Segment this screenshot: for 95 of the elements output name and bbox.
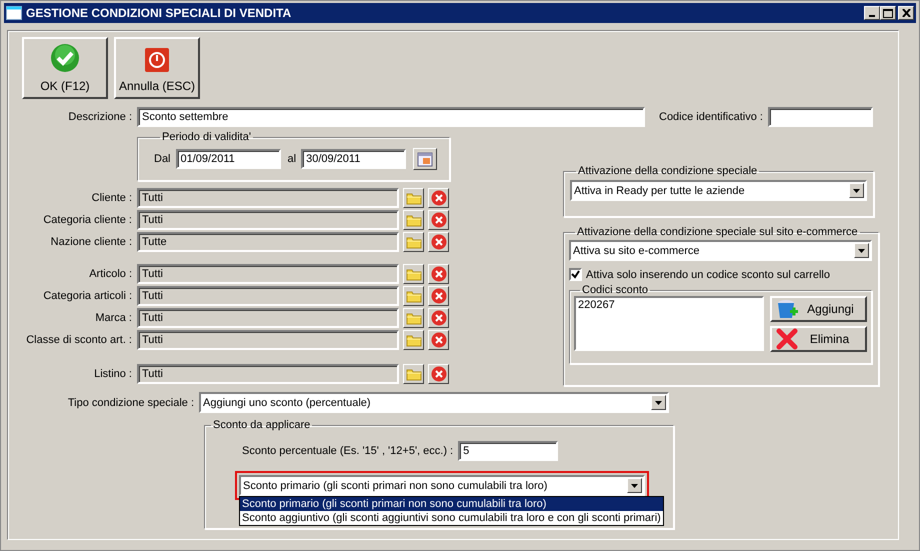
field-label: Listino :: [93, 368, 132, 380]
list-button[interactable]: Aggiungi: [770, 296, 867, 322]
field-label: Codice identificativo :: [659, 111, 763, 123]
checkmark-icon: [571, 270, 580, 279]
folder-icon: [406, 235, 422, 249]
ecommerce-dropdown[interactable]: Attiva su sito e-commerce: [569, 240, 872, 261]
caret-icon: [853, 188, 860, 192]
clear-button[interactable]: [428, 308, 449, 328]
percent-field[interactable]: 5: [458, 441, 558, 461]
field-label: Marca :: [94, 312, 132, 324]
group-title: Codici sconto: [581, 284, 650, 296]
checkmark-icon: [50, 43, 80, 73]
clear-button[interactable]: [428, 232, 449, 252]
description-field[interactable]: Sconto settembre: [137, 107, 645, 127]
field-label: Tipo condizione speciale :: [66, 396, 194, 408]
toolbar-button[interactable]: OK (F12): [22, 37, 108, 99]
group-title: Sconto da applicare: [212, 419, 312, 431]
list-button[interactable]: Elimina: [770, 326, 867, 352]
group-title: Attivazione della condizione speciale: [577, 165, 758, 177]
condition-type-dropdown[interactable]: Aggiungi uno sconto (percentuale): [199, 392, 669, 413]
basket-add-icon: [776, 298, 800, 320]
clear-button[interactable]: [428, 264, 449, 284]
folder-icon: [406, 333, 422, 347]
clear-icon: [430, 266, 446, 282]
clear-button[interactable]: [428, 364, 449, 384]
browse-button[interactable]: [403, 286, 424, 306]
activation-dropdown[interactable]: Attiva in Ready per tutte le aziende: [570, 180, 867, 201]
clear-button[interactable]: [428, 210, 449, 230]
maximize-icon: [883, 8, 893, 18]
clear-icon: [430, 332, 446, 348]
list-item[interactable]: 220267: [578, 299, 760, 311]
dropdown-option[interactable]: Sconto aggiuntivo (gli sconti aggiuntivi sono cumulabili tra loro e con gli sconti primari): [240, 511, 663, 525]
lookup-field[interactable]: Tutti: [137, 188, 399, 208]
calendar-icon: [417, 150, 434, 166]
folder-icon: [406, 191, 422, 205]
dropdown-option[interactable]: Sconto primario (gli sconti primari non sono cumulabili tra loro): [240, 497, 663, 511]
power-icon: [144, 47, 170, 73]
field-label: al: [288, 152, 296, 164]
field-label: Nazione cliente :: [50, 236, 132, 248]
field-label: Categoria cliente :: [42, 214, 132, 226]
field-label: Articolo :: [88, 268, 132, 280]
clear-icon: [430, 366, 446, 382]
field-label: Categoria articoli :: [42, 290, 132, 302]
clear-button[interactable]: [428, 188, 449, 208]
browse-button[interactable]: [403, 188, 424, 208]
date-field[interactable]: 30/09/2011: [301, 148, 406, 168]
lookup-field[interactable]: Tutti: [137, 210, 399, 230]
field-label: Descrizione :: [67, 111, 132, 123]
browse-button[interactable]: [403, 308, 424, 328]
date-field[interactable]: 01/09/2011: [176, 148, 281, 168]
browse-button[interactable]: [403, 330, 424, 350]
clear-button[interactable]: [428, 286, 449, 306]
caret-icon: [631, 484, 638, 488]
lookup-field[interactable]: Tutte: [137, 232, 399, 252]
window-icon: [6, 6, 22, 20]
field-label: Sconto percentuale (Es. '15' , '12+5', ecc.) :: [242, 445, 454, 457]
clear-icon: [430, 212, 446, 228]
folder-icon: [406, 267, 422, 281]
clear-button[interactable]: [428, 330, 449, 350]
caret-icon: [655, 400, 662, 404]
lookup-field[interactable]: Tutti: [137, 308, 399, 328]
group-title: Attivazione della condizione speciale sul sito e-commerce: [576, 226, 859, 238]
folder-icon: [406, 311, 422, 325]
lookup-field[interactable]: Tutti: [137, 330, 399, 350]
folder-icon: [406, 367, 422, 381]
code-field[interactable]: [768, 107, 873, 127]
maximize-button[interactable]: [880, 6, 896, 20]
lookup-field[interactable]: Tutti: [137, 364, 399, 384]
discount-type-dropdown[interactable]: Sconto primario (gli sconti primari non sono cumulabili tra loro): [239, 475, 645, 496]
clear-icon: [430, 190, 446, 206]
minimize-button[interactable]: [864, 6, 880, 20]
browse-button[interactable]: [403, 232, 424, 252]
checkbox-label: Attiva solo inserendo un codice sconto sul carrello: [586, 268, 830, 280]
clear-icon: [430, 234, 446, 250]
clear-icon: [430, 288, 446, 304]
clear-icon: [430, 310, 446, 326]
toolbar-button[interactable]: Annulla (ESC): [114, 37, 200, 99]
close-button[interactable]: [898, 6, 914, 20]
browse-button[interactable]: [403, 364, 424, 384]
browse-button[interactable]: [403, 210, 424, 230]
delete-icon: [776, 328, 798, 350]
window-title: GESTIONE CONDIZIONI SPECIALI DI VENDITA: [26, 6, 292, 20]
lookup-field[interactable]: Tutti: [137, 286, 399, 306]
field-label: Classe di sconto art. :: [25, 334, 132, 346]
field-label: Cliente :: [90, 192, 132, 204]
browse-button[interactable]: [403, 264, 424, 284]
group-title: Periodo di validita': [161, 131, 252, 143]
checkbox[interactable]: [569, 268, 582, 281]
folder-icon: [406, 213, 422, 227]
field-label: Dal: [154, 152, 171, 164]
lookup-field[interactable]: Tutti: [137, 264, 399, 284]
close-icon: [902, 9, 910, 17]
calendar-button[interactable]: [413, 148, 438, 170]
caret-icon: [858, 248, 865, 252]
folder-icon: [406, 289, 422, 303]
